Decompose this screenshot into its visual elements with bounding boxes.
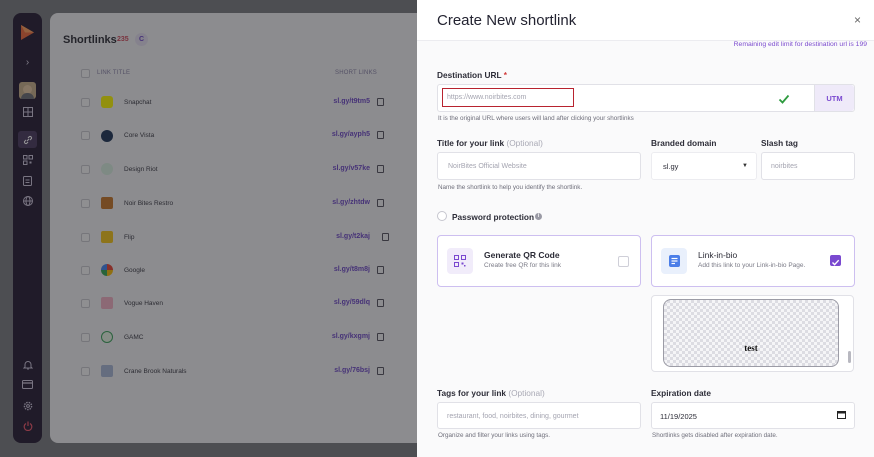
check-icon bbox=[778, 94, 790, 104]
calendar-icon[interactable] bbox=[837, 410, 846, 419]
password-toggle[interactable] bbox=[437, 211, 447, 221]
preview-text: test bbox=[744, 343, 758, 353]
destination-url-field[interactable]: https://www.noirbites.com bbox=[437, 84, 855, 112]
expiration-value: 11/19/2025 bbox=[660, 412, 697, 421]
branded-domain-label: Branded domain bbox=[651, 138, 717, 148]
tags-hint: Organize and filter your links using tag… bbox=[438, 432, 551, 439]
create-shortlink-panel: Create New shortlink × Remaining edit li… bbox=[417, 0, 874, 457]
tags-label: Tags for your link (Optional) bbox=[437, 388, 545, 398]
slash-tag-placeholder: noirbites bbox=[771, 163, 798, 170]
utm-button[interactable]: UTM bbox=[814, 85, 854, 111]
modal-backdrop[interactable] bbox=[0, 0, 417, 457]
password-label: Password protection bbox=[452, 212, 535, 222]
link-in-bio-card[interactable]: Link-in-bio Add this link to your Link-i… bbox=[651, 235, 855, 287]
close-icon[interactable]: × bbox=[854, 13, 861, 27]
destination-url-input[interactable]: https://www.noirbites.com bbox=[442, 88, 574, 107]
destination-placeholder: https://www.noirbites.com bbox=[447, 94, 527, 101]
slash-tag-input[interactable]: noirbites bbox=[761, 152, 855, 180]
bio-card-title: Link-in-bio bbox=[698, 250, 738, 260]
bio-card-subtitle: Add this link to your Link-in-bio Page. bbox=[698, 262, 806, 269]
phone-preview: test bbox=[663, 299, 839, 367]
info-icon[interactable]: i bbox=[535, 213, 542, 220]
qr-card-subtitle: Create free QR for this link bbox=[484, 262, 561, 269]
branded-domain-select[interactable]: sl.gy ▼ bbox=[651, 152, 757, 180]
qr-code-card[interactable]: Generate QR Code Create free QR for this… bbox=[437, 235, 641, 287]
tags-input[interactable]: restaurant, food, noirbites, dining, gou… bbox=[437, 402, 641, 429]
link-in-bio-icon bbox=[661, 248, 687, 274]
qr-checkbox[interactable] bbox=[618, 256, 629, 267]
remaining-edit-limit: Remaining edit limit for destination url… bbox=[733, 41, 867, 48]
tags-placeholder: restaurant, food, noirbites, dining, gou… bbox=[447, 413, 579, 420]
modal-body: Remaining edit limit for destination url… bbox=[417, 41, 874, 457]
title-input[interactable]: NoirBites Official Website bbox=[437, 152, 641, 180]
link-in-bio-preview: test bbox=[651, 295, 854, 372]
modal-title: Create New shortlink bbox=[437, 12, 577, 29]
branded-domain-value: sl.gy bbox=[663, 162, 679, 171]
expiration-date-input[interactable]: 11/19/2025 bbox=[651, 402, 855, 429]
bio-checkbox[interactable] bbox=[830, 255, 841, 266]
slash-tag-label: Slash tag bbox=[761, 138, 798, 148]
expiration-label: Expiration date bbox=[651, 388, 711, 398]
title-placeholder: NoirBites Official Website bbox=[448, 163, 527, 170]
expiration-hint: Shortlinks gets disabled after expiratio… bbox=[652, 432, 778, 439]
qr-code-icon bbox=[447, 248, 473, 274]
title-hint: Name the shortlink to help you identify … bbox=[438, 184, 583, 191]
qr-card-title: Generate QR Code bbox=[484, 250, 560, 260]
title-label: Title for your link (Optional) bbox=[437, 138, 543, 148]
caret-down-icon: ▼ bbox=[742, 163, 748, 169]
destination-label: Destination URL * bbox=[437, 70, 507, 80]
destination-hint: It is the original URL where users will … bbox=[438, 115, 634, 122]
scrollbar[interactable] bbox=[848, 351, 851, 363]
